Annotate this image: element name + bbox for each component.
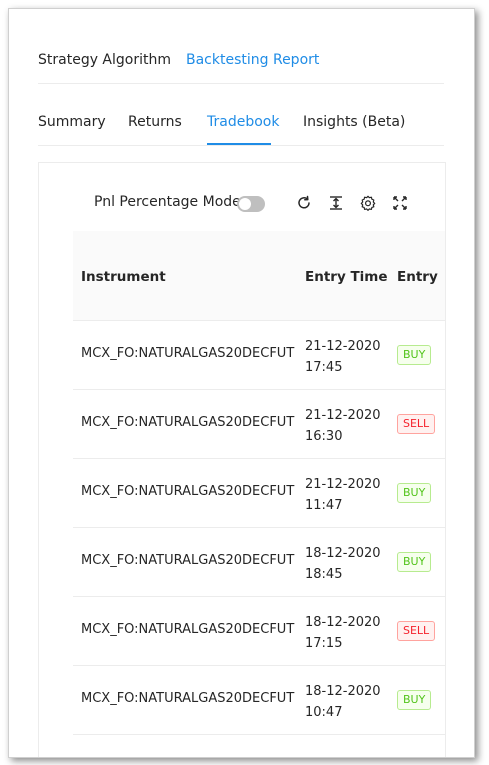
entry-time-cell: 21-12-2020 11:47 <box>305 474 381 516</box>
column-height-icon[interactable] <box>326 193 346 213</box>
side-badge: BUY <box>397 483 432 503</box>
table-header: Instrument Entry Time Entry <box>73 231 445 321</box>
table-row: MCX_FO:NATURALGAS20DECFUT 18-12-2020 17:… <box>73 597 445 666</box>
side-badge: SELL <box>397 621 436 641</box>
side-badge: BUY <box>397 552 432 572</box>
side-badge: BUY <box>397 690 432 710</box>
fullscreen-icon[interactable] <box>390 193 410 213</box>
table-row: MCX_FO:NATURALGAS20DECFUT 21-12-2020 16:… <box>73 390 445 459</box>
tab-returns[interactable]: Returns <box>128 114 182 130</box>
instrument-cell: MCX_FO:NATURALGAS20DECFUT <box>81 691 295 706</box>
column-header-entry: Entry <box>397 269 438 285</box>
table-row: MCX_FO:NATURALGAS20DECFUT 18-12-2020 18:… <box>73 528 445 597</box>
instrument-cell: MCX_FO:NATURALGAS20DECFUT <box>81 553 295 568</box>
tradebook-panel: Pnl Percentage Mode: Instrument Entry Ti… <box>38 162 446 757</box>
entry-clock: 16:30 <box>305 429 343 444</box>
entry-time-cell: 18-12-2020 17:15 <box>305 612 381 654</box>
entry-time-cell: 18-12-2020 10:47 <box>305 681 381 723</box>
entry-clock: 11:47 <box>305 498 343 513</box>
entry-clock: 17:15 <box>305 636 343 651</box>
setting-icon[interactable] <box>358 193 378 213</box>
column-header-instrument: Instrument <box>81 269 166 285</box>
tab-insights[interactable]: Insights (Beta) <box>303 114 405 130</box>
side-badge: BUY <box>397 345 432 365</box>
top-tab-bar: Strategy Algorithm Backtesting Report <box>38 9 444 84</box>
entry-time-cell: 18-12-2020 18:45 <box>305 543 381 585</box>
instrument-cell: MCX_FO:NATURALGAS20DECFUT <box>81 484 295 499</box>
instrument-cell: MCX_FO:NATURALGAS20DECFUT <box>81 622 295 637</box>
pnl-mode-toggle[interactable] <box>237 196 265 212</box>
entry-time-cell: 21-12-2020 17:45 <box>305 336 381 378</box>
entry-date: 21-12-2020 <box>305 339 381 354</box>
tab-summary[interactable]: Summary <box>38 114 106 130</box>
report-window: Strategy Algorithm Backtesting Report Su… <box>8 8 475 758</box>
tab-tradebook[interactable]: Tradebook <box>207 114 279 130</box>
active-tab-indicator <box>207 143 271 145</box>
entry-date: 18-12-2020 <box>305 546 381 561</box>
table-row: MCX_FO:NATURALGAS20DECFUT 21-12-2020 11:… <box>73 459 445 528</box>
instrument-cell: MCX_FO:NATURALGAS20DECFUT <box>81 415 295 430</box>
column-header-entry-time: Entry Time <box>305 269 388 285</box>
instrument-cell: MCX_FO:NATURALGAS20DECFUT <box>81 346 295 361</box>
table-row: MCX_FO:NATURALGAS20DECFUT 18-12-2020 10:… <box>73 666 445 735</box>
entry-date: 18-12-2020 <box>305 615 381 630</box>
sub-tab-bar: Summary Returns Tradebook Insights (Beta… <box>38 83 444 146</box>
tradebook-table: Instrument Entry Time Entry MCX_FO:NATUR… <box>73 231 445 757</box>
entry-date: 21-12-2020 <box>305 408 381 423</box>
entry-clock: 18:45 <box>305 567 343 582</box>
entry-time-cell: 21-12-2020 16:30 <box>305 405 381 447</box>
tab-strategy-algorithm[interactable]: Strategy Algorithm <box>38 52 171 68</box>
entry-date: 18-12-2020 <box>305 684 381 699</box>
entry-clock: 17:45 <box>305 360 343 375</box>
reload-icon[interactable] <box>294 193 314 213</box>
toggle-knob <box>239 198 251 210</box>
entry-clock: 10:47 <box>305 705 343 720</box>
table-row: MCX_FO:NATURALGAS20DECFUT 21-12-2020 17:… <box>73 321 445 390</box>
side-badge: SELL <box>397 414 436 434</box>
pnl-mode-label: Pnl Percentage Mode: <box>94 194 246 210</box>
tab-backtesting-report[interactable]: Backtesting Report <box>186 52 319 68</box>
entry-date: 21-12-2020 <box>305 477 381 492</box>
